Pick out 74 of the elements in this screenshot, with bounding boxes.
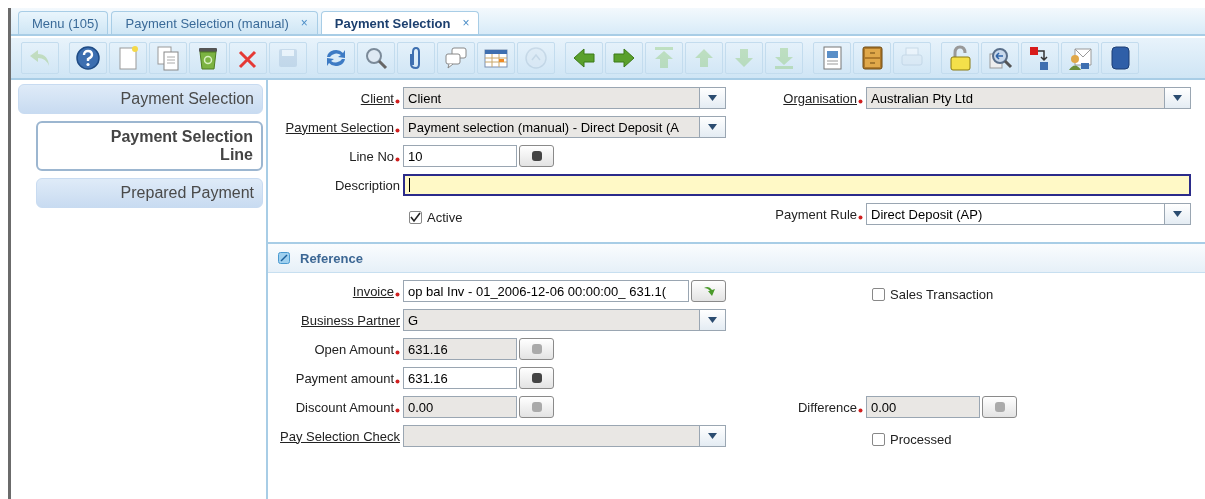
toolbar-button[interactable] xyxy=(317,42,355,74)
toolbar-button[interactable] xyxy=(229,42,267,74)
zoom-button[interactable] xyxy=(691,280,726,302)
toolbar-button[interactable] xyxy=(1101,42,1139,74)
check-icon xyxy=(410,211,421,223)
tab-navigation-item[interactable]: Payment Selection Line xyxy=(36,121,263,171)
toolbar-button[interactable] xyxy=(477,42,515,74)
number-field[interactable]: 10 xyxy=(403,145,517,167)
toolbar-button[interactable] xyxy=(69,42,107,74)
checkbox[interactable] xyxy=(872,287,885,301)
number-field[interactable]: 631.16 xyxy=(403,367,517,389)
cylinder-icon xyxy=(530,343,543,355)
checkbox[interactable] xyxy=(409,210,422,224)
search-field[interactable]: op bal Inv - 01_2006-12-06 00:00:00_ 631.1( xyxy=(403,280,689,302)
cabinet-icon xyxy=(859,45,885,71)
padlock-icon xyxy=(947,45,973,71)
field-label: Difference xyxy=(798,399,857,415)
toolbar-button[interactable] xyxy=(605,42,643,74)
history-icon xyxy=(523,45,549,71)
caret-icon xyxy=(708,433,717,439)
dropdown-button[interactable] xyxy=(1165,203,1191,225)
close-button[interactable]: × xyxy=(462,16,470,30)
tab-navigation-item[interactable]: Payment Selection xyxy=(18,84,263,114)
field-label: Payment Rule xyxy=(775,206,857,222)
checkbox-label: Active xyxy=(427,209,463,225)
dropdown-button[interactable] xyxy=(700,87,726,109)
copy-icon xyxy=(155,45,181,71)
calculator-button[interactable] xyxy=(519,145,554,167)
toolbar-button[interactable] xyxy=(853,42,891,74)
checkbox-label: Processed xyxy=(890,431,952,447)
dropdown-button[interactable] xyxy=(700,116,726,138)
zoom-across-icon xyxy=(987,45,1013,71)
text-field[interactable] xyxy=(403,174,1191,196)
cylinder-icon xyxy=(993,401,1006,413)
left-arrow-icon xyxy=(571,45,597,71)
field-label: Payment amount xyxy=(295,370,394,386)
dropdown-field[interactable]: Direct Deposit (AP) xyxy=(866,203,1165,225)
checkbox-label: Sales Transaction xyxy=(890,286,994,302)
toolbar-button[interactable] xyxy=(1061,42,1099,74)
collapse-toggle[interactable] xyxy=(278,252,290,264)
field-label: Description xyxy=(334,177,400,193)
section-title: Reference xyxy=(300,250,363,266)
checkbox[interactable] xyxy=(872,432,885,446)
toolbar-button[interactable] xyxy=(1021,42,1059,74)
cylinder-icon xyxy=(530,150,543,162)
field-label: Open Amount xyxy=(314,341,394,357)
dropdown-button[interactable] xyxy=(700,309,726,331)
people-mail-icon xyxy=(1067,45,1093,71)
caret-icon xyxy=(1173,211,1182,217)
field-label: Discount Amount xyxy=(295,399,394,415)
tab[interactable]: Payment Selection (manual) × xyxy=(111,11,318,34)
dropdown-button[interactable] xyxy=(700,425,726,447)
toolbar-button[interactable] xyxy=(397,42,435,74)
collapse-icon xyxy=(278,252,290,264)
field-label-link[interactable]: Invoice xyxy=(352,283,394,299)
help-icon xyxy=(75,45,101,71)
cylinder-icon xyxy=(530,372,543,384)
toolbar-button[interactable] xyxy=(981,42,1019,74)
caret-icon xyxy=(708,317,717,323)
caret-icon xyxy=(708,95,717,101)
right-arrow-icon xyxy=(611,45,637,71)
tab[interactable]: Payment Selection × xyxy=(320,11,480,34)
calculator-button[interactable] xyxy=(519,367,554,389)
tab[interactable]: Menu (105) xyxy=(18,11,109,34)
caret-icon xyxy=(1173,95,1182,101)
search-icon xyxy=(363,45,389,71)
toolbar-button[interactable] xyxy=(565,42,603,74)
chat-icon xyxy=(443,45,469,71)
toolbar-button[interactable] xyxy=(189,42,227,74)
tab-navigation-item[interactable]: Prepared Payment xyxy=(36,178,263,208)
field-label: Line No xyxy=(349,148,394,164)
dropdown-button[interactable] xyxy=(1165,87,1191,109)
caret-icon xyxy=(708,124,717,130)
cylinder-icon xyxy=(530,401,543,413)
